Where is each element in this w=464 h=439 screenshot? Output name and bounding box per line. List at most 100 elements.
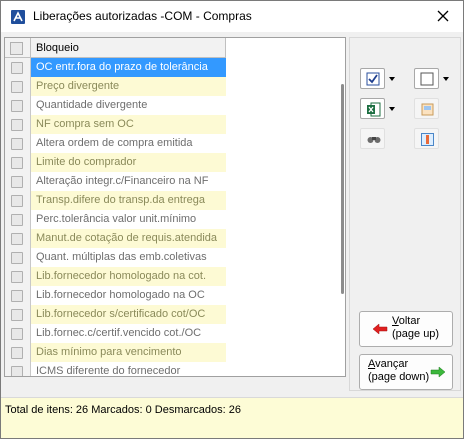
- row-checkbox-cell: [5, 362, 31, 376]
- row-checkbox-cell: [5, 153, 31, 172]
- row-checkbox[interactable]: [11, 138, 23, 150]
- arrow-left-icon: [372, 323, 388, 335]
- row-checkbox-cell: [5, 115, 31, 134]
- row-checkbox-cell: [5, 286, 31, 305]
- checkbox-empty-icon: [420, 72, 434, 86]
- checkbox-checked-icon: [366, 72, 380, 86]
- uncheck-all-button[interactable]: [414, 68, 439, 89]
- forward-button[interactable]: Avançar (page down): [359, 354, 453, 390]
- row-checkbox[interactable]: [11, 347, 23, 359]
- search-button[interactable]: [360, 128, 385, 149]
- row-checkbox[interactable]: [11, 328, 23, 340]
- table-row[interactable]: Preço divergente: [5, 77, 226, 96]
- row-label: Limite do comprador: [31, 153, 226, 172]
- uncheck-options-dropdown[interactable]: [441, 68, 451, 89]
- back-button[interactable]: Voltar (page up): [359, 311, 453, 347]
- back-label-rest: oltar: [398, 315, 421, 327]
- select-all-header-checkbox[interactable]: [5, 38, 31, 58]
- row-label: Altera ordem de compra emitida: [31, 134, 226, 153]
- row-label: Perc.tolerância valor unit.mínimo: [31, 210, 226, 229]
- row-checkbox[interactable]: [11, 290, 23, 302]
- row-label: Lib.fornecedor homologado na OC: [31, 286, 226, 305]
- check-all-button[interactable]: [360, 68, 385, 89]
- row-label: OC entr.fora do prazo de tolerância: [31, 58, 226, 77]
- table-row[interactable]: Lib.fornecedor s/certificado cot/OC: [5, 305, 226, 324]
- back-button-shortcut: (page up): [392, 328, 440, 340]
- check-options-dropdown[interactable]: [387, 68, 397, 89]
- table-row[interactable]: Alteração integr.c/Financeiro na NF: [5, 172, 226, 191]
- columns-icon: [421, 133, 434, 146]
- back-button-label: Voltar: [392, 315, 420, 327]
- row-checkbox[interactable]: [11, 62, 23, 74]
- row-checkbox[interactable]: [11, 233, 23, 245]
- row-label: Quantidade divergente: [31, 96, 226, 115]
- forward-button-label: Avançar: [368, 358, 408, 370]
- table-row[interactable]: Lib.fornecedor homologado na OC: [5, 286, 226, 305]
- row-checkbox[interactable]: [11, 309, 23, 321]
- table-row[interactable]: Dias mínimo para vencimento: [5, 343, 226, 362]
- title-bar: Liberações autorizadas -COM - Compras: [1, 1, 463, 32]
- table-row[interactable]: NF compra sem OC: [5, 115, 226, 134]
- row-label: Manut.de cotação de requis.atendida: [31, 229, 226, 248]
- export-button[interactable]: [414, 98, 439, 119]
- row-checkbox-cell: [5, 248, 31, 267]
- row-label: Quant. múltiplas das emb.coletivas: [31, 248, 226, 267]
- row-checkbox[interactable]: [11, 271, 23, 283]
- row-label: Lib.fornec.c/certif.vencido cot./OC: [31, 324, 226, 343]
- column-header-bloqueio[interactable]: Bloqueio: [31, 38, 226, 58]
- row-label: Preço divergente: [31, 77, 226, 96]
- app-logo-icon: [11, 10, 25, 24]
- grid-rows: OC entr.fora do prazo de tolerância Preço…: [5, 58, 226, 376]
- binoculars-icon: [367, 137, 381, 143]
- excel-options-dropdown[interactable]: [387, 98, 397, 119]
- row-checkbox[interactable]: [11, 157, 23, 169]
- excel-export-button[interactable]: [360, 98, 385, 119]
- row-checkbox[interactable]: [11, 176, 23, 188]
- grid-header: Bloqueio: [5, 38, 226, 58]
- excel-icon: [367, 102, 381, 117]
- row-checkbox-cell: [5, 229, 31, 248]
- row-checkbox[interactable]: [11, 195, 23, 207]
- row-label: NF compra sem OC: [31, 115, 226, 134]
- table-row[interactable]: Quant. múltiplas das emb.coletivas: [5, 248, 226, 267]
- row-checkbox[interactable]: [11, 252, 23, 264]
- blocks-grid: Bloqueio OC entr.fora do prazo de tolerâ…: [4, 37, 346, 377]
- row-checkbox-cell: [5, 96, 31, 115]
- status-bar: Total de itens: 26 Marcados: 0 Desmarcad…: [1, 397, 463, 438]
- row-checkbox[interactable]: [11, 214, 23, 226]
- close-button[interactable]: [423, 1, 463, 32]
- row-label: ICMS diferente do fornecedor: [31, 362, 226, 376]
- table-row[interactable]: Transp.difere do transp.da entrega: [5, 191, 226, 210]
- table-row[interactable]: Manut.de cotação de requis.atendida: [5, 229, 226, 248]
- forward-label-rest: vançar: [375, 358, 409, 370]
- scrollbar-thumb[interactable]: [341, 84, 344, 294]
- table-row[interactable]: Lib.fornecedor homologado na cot.: [5, 267, 226, 286]
- export-icon: [421, 103, 434, 116]
- columns-button[interactable]: [414, 128, 439, 149]
- table-row[interactable]: ICMS diferente do fornecedor: [5, 362, 226, 376]
- forward-button-shortcut: (page down): [368, 371, 430, 383]
- table-row[interactable]: Lib.fornec.c/certif.vencido cot./OC: [5, 324, 226, 343]
- row-label: Lib.fornecedor s/certificado cot/OC: [31, 305, 226, 324]
- close-icon: [437, 10, 449, 22]
- row-checkbox[interactable]: [11, 81, 23, 93]
- arrow-right-icon: [430, 366, 446, 378]
- status-totals: Total de itens: 26 Marcados: 0 Desmarcad…: [5, 404, 242, 416]
- dialog-window: Liberações autorizadas -COM - Compras Bl…: [0, 0, 464, 439]
- table-row[interactable]: Perc.tolerância valor unit.mínimo: [5, 210, 226, 229]
- row-checkbox-cell: [5, 324, 31, 343]
- table-row[interactable]: OC entr.fora do prazo de tolerância: [5, 58, 226, 77]
- table-row[interactable]: Quantidade divergente: [5, 96, 226, 115]
- row-checkbox[interactable]: [11, 366, 23, 376]
- row-label: Lib.fornecedor homologado na cot.: [31, 267, 226, 286]
- row-checkbox-cell: [5, 77, 31, 96]
- table-row[interactable]: Limite do comprador: [5, 153, 226, 172]
- row-checkbox[interactable]: [11, 100, 23, 112]
- row-checkbox-cell: [5, 134, 31, 153]
- row-checkbox-cell: [5, 267, 31, 286]
- table-row[interactable]: Altera ordem de compra emitida: [5, 134, 226, 153]
- row-checkbox-cell: [5, 210, 31, 229]
- row-checkbox-cell: [5, 343, 31, 362]
- row-checkbox-cell: [5, 305, 31, 324]
- row-checkbox[interactable]: [11, 119, 23, 131]
